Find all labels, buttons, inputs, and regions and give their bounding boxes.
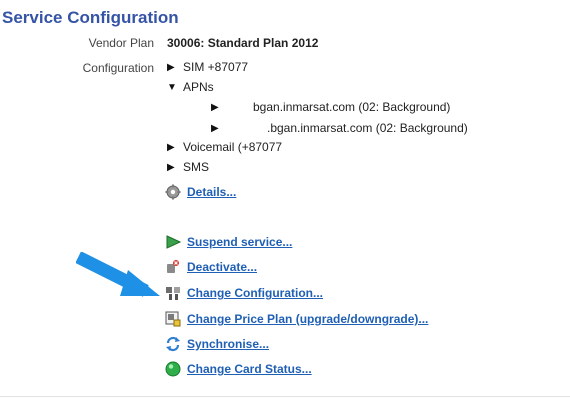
suspend-action[interactable]: Suspend service... <box>165 234 292 250</box>
details-link[interactable]: Details... <box>187 185 236 199</box>
blue-arrow-icon <box>75 251 162 305</box>
status-icon <box>165 361 181 377</box>
page: Service Configuration Vendor Plan 30006:… <box>0 0 570 402</box>
suspend-service-link[interactable]: Suspend service... <box>187 235 292 249</box>
synchronise-link[interactable]: Synchronise... <box>187 337 269 351</box>
tree-item-sms-label: SMS <box>183 160 210 174</box>
change-price-plan-action[interactable]: Change Price Plan (upgrade/downgrade)... <box>165 311 428 327</box>
tree-item-apns[interactable]: ▼ APNs <box>167 80 214 94</box>
change-card-status-action[interactable]: Change Card Status... <box>165 361 312 377</box>
section-title: Service Configuration <box>2 8 179 27</box>
expand-right-icon[interactable]: ▶ <box>211 102 253 113</box>
tree-item-apn-1-label: bgan.inmarsat.com (02: Background) <box>253 100 451 114</box>
expand-right-icon[interactable]: ▶ <box>167 142 183 153</box>
price-plan-icon <box>165 311 181 327</box>
collapse-down-icon[interactable]: ▼ <box>167 82 183 93</box>
tree-item-voicemail[interactable]: ▶ Voicemail (+87077 <box>167 140 282 154</box>
expand-right-icon[interactable]: ▶ <box>211 123 267 134</box>
sync-icon <box>165 336 181 352</box>
change-configuration-action[interactable]: Change Configuration... <box>165 285 323 301</box>
tree-item-sim-label: SIM +87077 <box>183 60 249 74</box>
tree-item-sms[interactable]: ▶ SMS <box>167 160 209 174</box>
tree-item-sim[interactable]: ▶ SIM +87077 <box>167 60 248 74</box>
details-action[interactable]: Details... <box>165 184 236 200</box>
vendor-plan-label: Vendor Plan <box>88 36 154 50</box>
deactivate-link[interactable]: Deactivate... <box>187 260 257 274</box>
expand-right-icon[interactable]: ▶ <box>167 162 183 173</box>
change-configuration-link[interactable]: Change Configuration... <box>187 286 323 300</box>
tree-item-apn-2[interactable]: ▶ .bgan.inmarsat.com (02: Background) <box>211 121 468 135</box>
bottom-divider <box>0 396 570 397</box>
vendor-plan-value: 30006: Standard Plan 2012 <box>167 36 319 50</box>
gear-icon <box>165 184 181 200</box>
tree-item-apn-1[interactable]: ▶ bgan.inmarsat.com (02: Background) <box>211 100 450 114</box>
configuration-label: Configuration <box>82 61 154 75</box>
tree-item-voicemail-label: Voicemail (+87077 <box>183 140 283 154</box>
expand-right-icon[interactable]: ▶ <box>167 62 183 73</box>
play-icon <box>165 234 182 250</box>
tree-item-apns-label: APNs <box>183 80 214 94</box>
change-price-plan-link[interactable]: Change Price Plan (upgrade/downgrade)... <box>187 312 428 326</box>
deactivate-icon <box>165 259 181 275</box>
deactivate-action[interactable]: Deactivate... <box>165 259 257 275</box>
tree-item-apn-2-label: .bgan.inmarsat.com (02: Background) <box>267 121 468 135</box>
synchronise-action[interactable]: Synchronise... <box>165 336 269 352</box>
configuration-icon <box>165 285 181 301</box>
change-card-status-link[interactable]: Change Card Status... <box>187 362 312 376</box>
